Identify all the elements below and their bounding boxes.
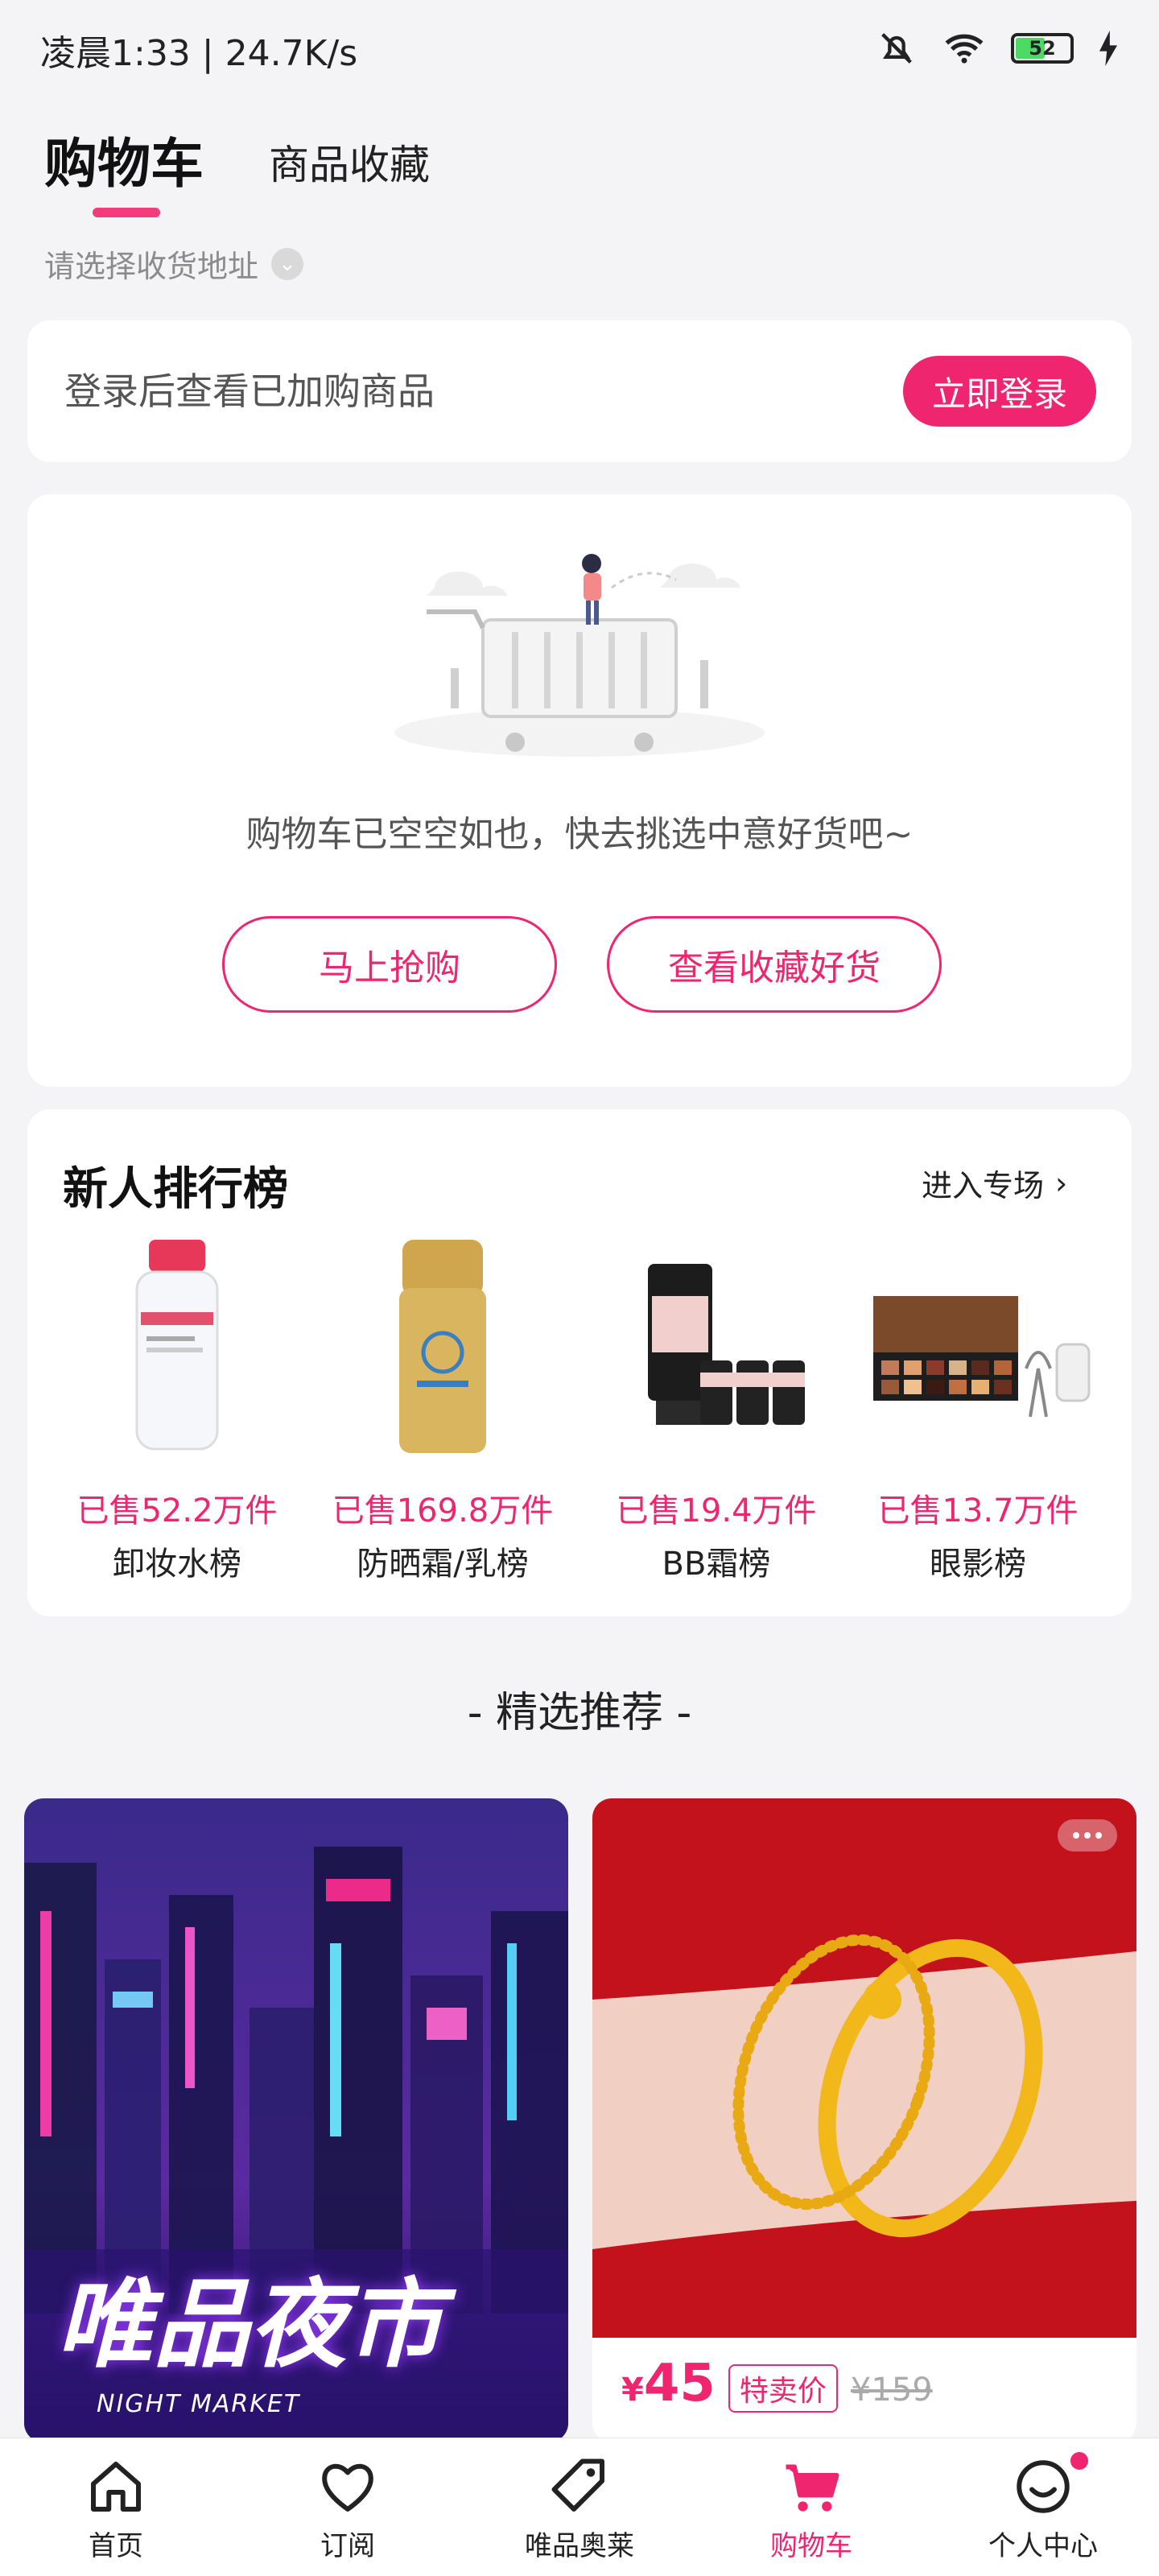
recommend-section-title: - 精选推荐 - — [467, 1689, 692, 1737]
ranking-item-makeup-remover[interactable]: 已售52.2万件 卸妆水榜 — [56, 1240, 298, 1584]
tab-favorites[interactable]: 商品收藏 — [269, 133, 430, 191]
nav-outlet[interactable]: 唯品奥莱 — [464, 2438, 695, 2576]
empty-cart-illustration — [394, 554, 765, 757]
ranking-title: 新人排行榜 — [63, 1163, 288, 1216]
login-button[interactable]: 立即登录 — [903, 356, 1096, 427]
ranking-sold: 已售169.8万件 — [332, 1492, 554, 1530]
nav-label: 个人中心 — [988, 2530, 1098, 2562]
ranking-sold: 已售13.7万件 — [877, 1492, 1079, 1530]
ranking-name: 眼影榜 — [930, 1546, 1026, 1583]
product-card[interactable]: ¥45 特卖价 ¥159 — [592, 1798, 1136, 2442]
wifi-icon — [945, 34, 984, 64]
ranking-enter-link[interactable]: 进入专场 › — [922, 1161, 1067, 1205]
ranking-sold: 已售52.2万件 — [76, 1492, 278, 1530]
home-icon — [91, 2462, 141, 2512]
ranking-enter-label: 进入专场 — [922, 1168, 1045, 1203]
login-prompt: 登录后查看已加购商品 — [64, 369, 435, 413]
battery-level: 52 — [1029, 37, 1056, 60]
status-bar: 凌晨1:33 | 24.7K/s 52 — [0, 0, 1159, 97]
status-time: 凌晨1:33 | 24.7K/s — [40, 33, 358, 74]
nav-label: 购物车 — [770, 2530, 852, 2562]
ranking-item-eyeshadow[interactable]: 已售13.7万件 眼影榜 — [857, 1240, 1099, 1584]
special-price-tag: 特卖价 — [728, 2364, 838, 2413]
cart-icon — [786, 2464, 839, 2512]
notification-badge — [1070, 2452, 1088, 2470]
status-icons: 52 — [876, 27, 1119, 69]
night-market-subtitle: NIGHT MARKET — [97, 2390, 301, 2418]
ranking-sold: 已售19.4万件 — [616, 1492, 817, 1530]
nav-label: 唯品奥莱 — [525, 2530, 634, 2562]
more-options-icon[interactable] — [1058, 1819, 1117, 1852]
bb-cream-image — [648, 1264, 805, 1425]
address-placeholder: 请选择收货地址 — [44, 249, 259, 284]
view-favorites-button[interactable]: 查看收藏好货 — [607, 916, 942, 1013]
ranking-item-sunscreen[interactable]: 已售169.8万件 防晒霜/乳榜 — [322, 1240, 563, 1584]
nav-subscribe[interactable]: 订阅 — [232, 2438, 464, 2576]
empty-cart-message: 购物车已空空如也，快去挑选中意好货吧~ — [245, 814, 914, 855]
price-row: ¥45 特卖价 ¥159 — [621, 2354, 933, 2413]
nav-label: 订阅 — [320, 2530, 375, 2562]
makeup-remover-image — [135, 1240, 219, 1451]
buy-now-button[interactable]: 马上抢购 — [222, 916, 557, 1013]
ranking-item-bb-cream[interactable]: 已售19.4万件 BB霜榜 — [596, 1240, 837, 1584]
bottom-nav: 首页 订阅 唯品奥莱 购物车 个人中心 — [0, 2438, 1159, 2576]
chevron-down-icon: ⌄ — [271, 247, 304, 280]
ranking-name: 防晒霜/乳榜 — [357, 1546, 529, 1583]
battery-icon: 52 — [1011, 33, 1074, 64]
mute-bell-icon — [881, 33, 912, 64]
smile-icon — [1017, 2460, 1070, 2513]
nav-label: 首页 — [89, 2530, 143, 2562]
address-selector[interactable]: 请选择收货地址 ⌄ — [44, 242, 304, 286]
sunscreen-image — [399, 1240, 486, 1453]
nav-cart[interactable]: 购物车 — [695, 2438, 927, 2576]
charging-icon — [1099, 31, 1117, 66]
tab-cart[interactable]: 购物车 — [44, 121, 204, 198]
tab-active-indicator — [93, 208, 160, 217]
nav-profile[interactable]: 个人中心 — [927, 2438, 1159, 2576]
ranking-name: 卸妆水榜 — [113, 1546, 241, 1583]
tag-icon — [551, 2458, 604, 2512]
night-market-banner[interactable]: 唯品夜市 NIGHT MARKET — [24, 1798, 568, 2442]
bracelet-image — [592, 1798, 1136, 2338]
eyeshadow-image — [873, 1296, 1091, 1418]
nav-home[interactable]: 首页 — [0, 2438, 232, 2576]
night-market-title: 唯品夜市 — [56, 2269, 443, 2381]
chevron-right-icon: › — [1055, 1165, 1068, 1201]
ranking-name: BB霜榜 — [662, 1546, 771, 1583]
original-price: ¥159 — [850, 2372, 933, 2409]
heart-icon — [322, 2463, 373, 2512]
product-price: ¥45 — [621, 2354, 716, 2413]
